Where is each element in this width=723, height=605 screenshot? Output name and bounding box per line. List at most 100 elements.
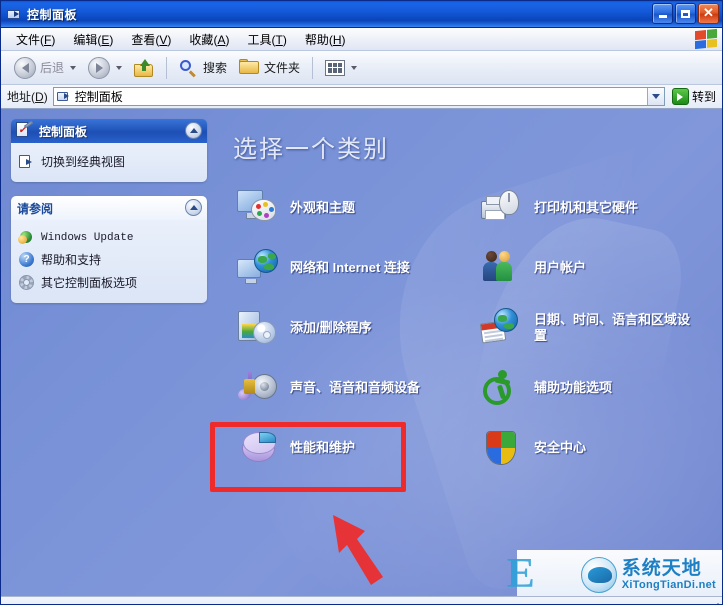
forward-arrow-icon bbox=[88, 56, 111, 79]
control-panel-icon bbox=[6, 6, 22, 22]
forward-dropdown-icon[interactable] bbox=[116, 65, 123, 70]
up-folder-icon bbox=[134, 58, 154, 77]
go-button[interactable]: 转到 bbox=[670, 88, 722, 105]
content-area: 选择一个类别 外观和主题 打印机和其它硬件 网络和 Internet 连接 用户… bbox=[217, 109, 722, 596]
close-button[interactable]: ✕ bbox=[698, 3, 719, 24]
address-dropdown-button[interactable] bbox=[646, 88, 664, 105]
category-sound-speech-audio[interactable]: 声音、语音和音频设备 bbox=[231, 358, 471, 418]
network-internet-icon bbox=[237, 247, 279, 289]
address-input[interactable]: 控制面板 bbox=[52, 87, 665, 106]
windows-flag-icon bbox=[695, 28, 717, 50]
folders-button[interactable]: 文件夹 bbox=[234, 56, 305, 80]
category-label: 网络和 Internet 连接 bbox=[290, 259, 410, 275]
security-center-icon bbox=[481, 427, 523, 469]
category-add-remove-programs[interactable]: 添加/删除程序 bbox=[231, 298, 471, 358]
sidebar-panel-see-also: 请参阅 Windows Update ? 帮助和支持 其它控制面板选项 bbox=[11, 196, 207, 303]
back-dropdown-icon[interactable] bbox=[70, 65, 77, 70]
category-grid: 外观和主题 打印机和其它硬件 网络和 Internet 连接 用户帐户 添加/删… bbox=[231, 178, 722, 478]
chevron-up-icon[interactable] bbox=[185, 122, 202, 139]
watermark: E 系统天地 XiTongTianDi.net bbox=[507, 550, 722, 596]
category-security-center[interactable]: 安全中心 bbox=[475, 418, 715, 478]
menu-item-tools[interactable]: 工具(T) bbox=[238, 29, 295, 50]
menu-item-view[interactable]: 查看(V) bbox=[122, 29, 180, 50]
panel-body-see-also: Windows Update ? 帮助和支持 其它控制面板选项 bbox=[11, 220, 207, 303]
category-label: 声音、语音和音频设备 bbox=[290, 379, 421, 395]
appearance-themes-icon bbox=[237, 187, 279, 229]
sidebar-item-windows-update[interactable]: Windows Update bbox=[18, 227, 199, 248]
minimize-button[interactable] bbox=[652, 3, 673, 24]
sidebar-item-label: 其它控制面板选项 bbox=[41, 276, 138, 290]
toolbar-separator-2 bbox=[312, 56, 314, 79]
menu-item-file[interactable]: 文件(F) bbox=[7, 29, 64, 50]
help-support-icon: ? bbox=[19, 252, 34, 267]
search-button[interactable]: 搜索 bbox=[174, 56, 232, 80]
control-panel-icon: ✓ bbox=[15, 120, 34, 140]
views-button[interactable] bbox=[320, 57, 362, 79]
maximize-button[interactable] bbox=[675, 3, 696, 24]
category-network-internet[interactable]: 网络和 Internet 连接 bbox=[231, 238, 471, 298]
chevron-up-icon[interactable] bbox=[185, 199, 202, 216]
sidebar-item-label: Windows Update bbox=[41, 231, 134, 244]
category-label: 日期、时间、语言和区域设置 bbox=[534, 311, 691, 343]
category-performance-maintenance[interactable]: 性能和维护 bbox=[231, 418, 471, 478]
sidebar-item-switch-classic-view[interactable]: 切换到经典视图 bbox=[19, 150, 199, 173]
category-accessibility-options[interactable]: 辅助功能选项 bbox=[475, 358, 715, 418]
category-printers-hardware[interactable]: 打印机和其它硬件 bbox=[475, 178, 715, 238]
window-controls: ✕ bbox=[652, 3, 719, 24]
sidebar: ✓ 控制面板 切换到经典视图 请参阅 Windows Update ? 帮助和支… bbox=[1, 109, 217, 596]
folders-label: 文件夹 bbox=[264, 61, 301, 75]
window-title: 控制面板 bbox=[27, 7, 78, 22]
user-accounts-icon bbox=[481, 247, 523, 289]
forward-button[interactable] bbox=[83, 54, 127, 82]
address-label: 地址(D) bbox=[7, 90, 48, 104]
watermark-name-en: XiTongTianDi.net bbox=[621, 579, 716, 591]
panel-body-control-panel: 切换到经典视图 bbox=[11, 143, 207, 182]
folder-icon bbox=[239, 58, 260, 77]
sound-speech-audio-icon bbox=[236, 367, 279, 409]
category-appearance-themes[interactable]: 外观和主题 bbox=[231, 178, 471, 238]
up-button[interactable] bbox=[129, 56, 159, 80]
main-area: ✓ 控制面板 切换到经典视图 请参阅 Windows Update ? 帮助和支… bbox=[1, 109, 722, 596]
panel-title: 控制面板 bbox=[39, 124, 88, 139]
toolbar-separator bbox=[166, 56, 168, 79]
date-time-language-icon bbox=[479, 307, 523, 349]
printers-hardware-icon bbox=[481, 187, 523, 229]
category-date-time-language[interactable]: 日期、时间、语言和区域设置 bbox=[475, 298, 715, 358]
menu-bar: 文件(F) 编辑(E) 查看(V) 收藏(A) 工具(T) 帮助(H) bbox=[1, 28, 722, 51]
toolbar: 后退 搜索 文件夹 bbox=[1, 51, 722, 85]
sidebar-panel-control-panel: ✓ 控制面板 切换到经典视图 bbox=[11, 119, 207, 182]
menu-item-favorites[interactable]: 收藏(A) bbox=[180, 29, 238, 50]
switch-view-icon bbox=[19, 154, 34, 169]
views-dropdown-icon[interactable] bbox=[351, 65, 358, 70]
sidebar-item-other-options[interactable]: 其它控制面板选项 bbox=[19, 271, 199, 294]
menu-item-edit[interactable]: 编辑(E) bbox=[64, 29, 122, 50]
other-options-icon bbox=[19, 275, 34, 290]
sidebar-item-label: 帮助和支持 bbox=[41, 253, 102, 267]
panel-header-control-panel[interactable]: ✓ 控制面板 bbox=[11, 119, 207, 143]
category-label: 打印机和其它硬件 bbox=[534, 199, 639, 215]
sidebar-item-help-support[interactable]: ? 帮助和支持 bbox=[19, 248, 199, 271]
back-arrow-icon bbox=[14, 56, 36, 79]
status-bar bbox=[1, 596, 722, 604]
control-panel-window: 控制面板 ✕ 文件(F) 编辑(E) 查看(V) 收藏(A) 工具(T) 帮助(… bbox=[0, 0, 723, 605]
panel-header-see-also[interactable]: 请参阅 bbox=[11, 196, 207, 220]
category-label: 添加/删除程序 bbox=[290, 319, 372, 335]
category-user-accounts[interactable]: 用户帐户 bbox=[475, 238, 715, 298]
watermark-letter-icon: E bbox=[506, 551, 535, 596]
sidebar-item-label: 切换到经典视图 bbox=[41, 155, 126, 169]
accessibility-options-icon bbox=[481, 367, 523, 409]
category-label: 安全中心 bbox=[534, 439, 587, 455]
watermark-logo-icon bbox=[580, 557, 617, 593]
search-icon bbox=[179, 59, 199, 77]
search-label: 搜索 bbox=[203, 61, 228, 75]
category-label: 性能和维护 bbox=[290, 439, 356, 455]
menu-item-help[interactable]: 帮助(H) bbox=[296, 29, 355, 50]
address-bar: 地址(D) 控制面板 转到 bbox=[1, 85, 722, 109]
category-label: 用户帐户 bbox=[534, 259, 587, 275]
category-label: 外观和主题 bbox=[290, 199, 356, 215]
back-button[interactable]: 后退 bbox=[9, 54, 81, 82]
windows-update-icon bbox=[18, 230, 34, 245]
back-label: 后退 bbox=[40, 61, 65, 75]
performance-maintenance-icon bbox=[237, 427, 279, 469]
title-bar: 控制面板 ✕ bbox=[1, 1, 722, 28]
